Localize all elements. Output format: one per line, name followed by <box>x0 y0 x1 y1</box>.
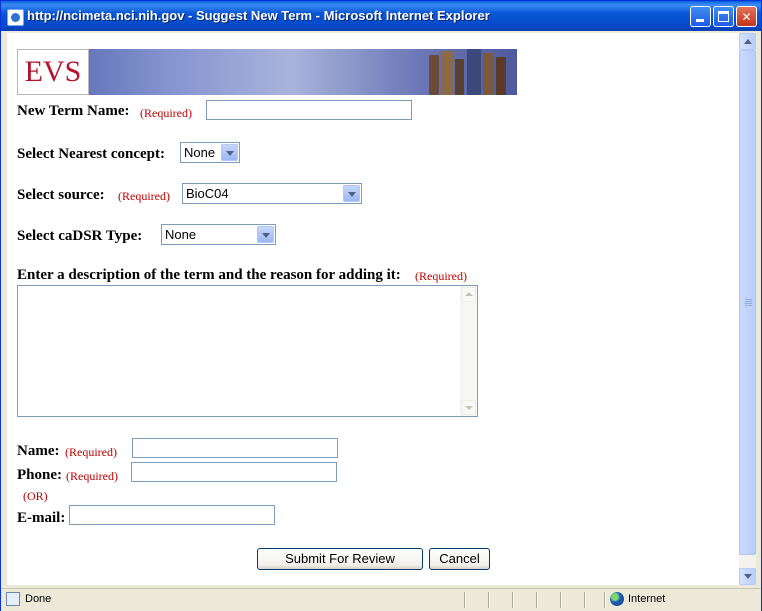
textarea-scrollbar[interactable] <box>460 286 477 416</box>
ie-page-icon <box>7 9 24 26</box>
scroll-down-icon[interactable] <box>739 568 756 585</box>
email-label: E-mail: <box>17 510 66 526</box>
cadsr-type-value: None <box>165 227 197 242</box>
phone-input[interactable] <box>131 462 337 482</box>
cancel-button[interactable]: Cancel <box>429 548 490 570</box>
close-button[interactable]: ✕ <box>736 6 757 27</box>
internet-globe-icon <box>610 592 624 606</box>
minimize-icon <box>696 19 704 22</box>
email-input[interactable] <box>69 505 275 525</box>
required-marker: (Required) <box>65 445 117 459</box>
page-done-icon <box>6 592 20 606</box>
description-textarea[interactable] <box>17 285 478 417</box>
window-title: http://ncimeta.nci.nih.gov - Suggest New… <box>27 8 490 23</box>
evs-logo: EVS <box>17 49 89 95</box>
phone-label: Phone: <box>17 467 62 483</box>
source-value: BioC04 <box>186 186 229 201</box>
status-text: Done <box>25 593 52 605</box>
source-select[interactable]: BioC04 <box>182 183 362 204</box>
page-scrollbar[interactable] <box>739 33 756 585</box>
browser-window: http://ncimeta.nci.nih.gov - Suggest New… <box>0 0 762 611</box>
new-term-label: New Term Name: <box>17 103 130 119</box>
status-divider <box>464 592 465 608</box>
source-label: Select source: <box>17 187 105 203</box>
or-text: (OR) <box>23 489 48 503</box>
scrollbar-grip-icon <box>745 299 752 306</box>
description-label: Enter a description of the term and the … <box>17 267 401 283</box>
chevron-down-icon[interactable] <box>257 226 274 243</box>
status-divider <box>584 592 585 608</box>
nearest-concept-select[interactable]: None <box>180 142 240 163</box>
title-bar[interactable]: http://ncimeta.nci.nih.gov - Suggest New… <box>1 1 761 31</box>
chevron-down-icon[interactable] <box>221 144 238 161</box>
required-marker: (Required) <box>415 269 467 283</box>
scroll-up-icon[interactable] <box>461 287 476 302</box>
required-marker: (Required) <box>118 189 170 203</box>
scroll-up-icon[interactable] <box>739 33 756 50</box>
maximize-icon <box>718 11 729 22</box>
submit-for-review-button[interactable]: Submit For Review <box>257 548 423 570</box>
nearest-concept-value: None <box>184 145 216 160</box>
scrollbar-thumb[interactable] <box>739 50 756 555</box>
status-divider <box>536 592 537 608</box>
name-input[interactable] <box>132 438 338 458</box>
close-icon: ✕ <box>741 10 752 24</box>
cadsr-type-label: Select caDSR Type: <box>17 228 143 244</box>
status-divider <box>604 592 605 608</box>
status-bar: Done Internet <box>1 588 761 611</box>
maximize-button[interactable] <box>713 6 734 27</box>
page-content: EVS New Term Name: (Required) Select Nea… <box>7 33 739 585</box>
status-divider <box>560 592 561 608</box>
required-marker: (Required) <box>66 469 118 483</box>
scroll-down-icon[interactable] <box>461 400 476 415</box>
chevron-down-icon[interactable] <box>343 185 360 202</box>
new-term-input[interactable] <box>206 100 412 120</box>
required-marker: (Required) <box>140 106 192 120</box>
cadsr-type-select[interactable]: None <box>161 224 276 245</box>
evs-banner: EVS <box>17 49 517 95</box>
security-zone-text: Internet <box>628 593 666 605</box>
status-divider <box>512 592 513 608</box>
minimize-button[interactable] <box>690 6 711 27</box>
nearest-concept-label: Select Nearest concept: <box>17 146 165 162</box>
status-divider <box>488 592 489 608</box>
name-label: Name: <box>17 443 60 459</box>
